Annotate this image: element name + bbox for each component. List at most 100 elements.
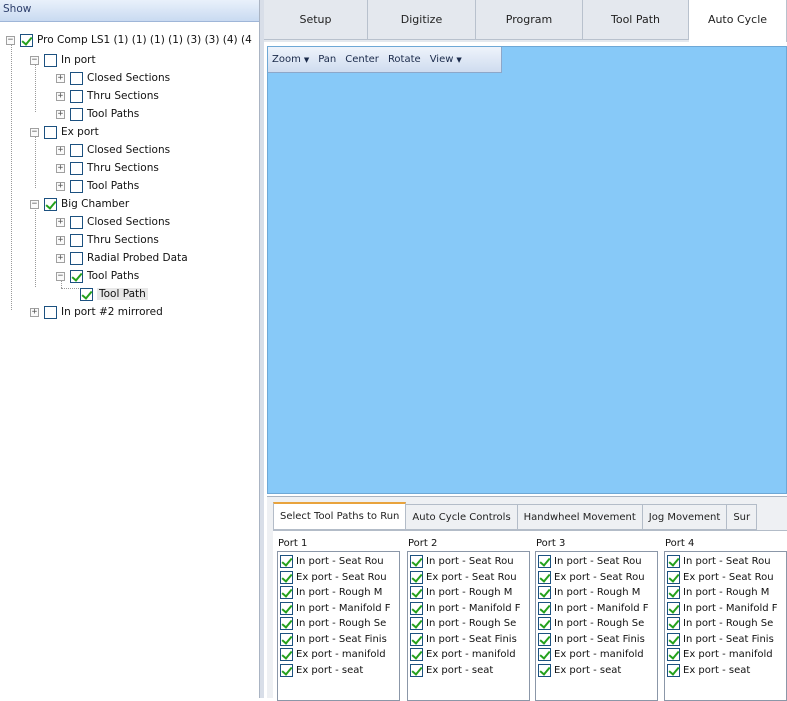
tool-path-checkbox[interactable] xyxy=(410,617,423,631)
port-2-list[interactable]: In port - Seat Rou Ex port - Seat Rou In p… xyxy=(407,551,530,701)
panel-splitter[interactable] xyxy=(259,0,264,698)
tool-path-item[interactable]: Ex port - seat xyxy=(536,663,657,679)
tree-checkbox[interactable] xyxy=(70,71,83,85)
tree-checkbox[interactable] xyxy=(44,197,57,211)
tool-path-checkbox[interactable] xyxy=(667,601,680,615)
tree-node-thru-sections[interactable]: + Thru Sections xyxy=(56,87,159,105)
collapse-icon[interactable]: − xyxy=(30,55,39,65)
tool-path-item[interactable]: In port - Manifold F xyxy=(665,601,786,617)
collapse-icon[interactable]: − xyxy=(30,127,39,137)
tool-path-item[interactable]: In port - Rough M xyxy=(408,585,529,601)
tool-path-item[interactable]: Ex port - Seat Rou xyxy=(536,570,657,586)
tool-path-item[interactable]: In port - Manifold F xyxy=(536,601,657,617)
tree-root[interactable]: − Pro Comp LS1 (1) (1) (1) (1) (3) (3) (… xyxy=(6,31,252,49)
rotate-button[interactable]: Rotate xyxy=(388,54,421,65)
tree-node-tool-path[interactable]: Tool Path xyxy=(80,285,148,303)
tool-path-checkbox[interactable] xyxy=(280,632,293,646)
tree-checkbox[interactable] xyxy=(80,287,93,301)
tool-path-checkbox[interactable] xyxy=(538,648,551,662)
tree-node-closed-sections[interactable]: + Closed Sections xyxy=(56,141,170,159)
tree-node-thru-sections[interactable]: + Thru Sections xyxy=(56,159,159,177)
tab-select-tool-paths[interactable]: Select Tool Paths to Run xyxy=(273,502,407,530)
tree-node-thru-sections[interactable]: + Thru Sections xyxy=(56,231,159,249)
tool-path-item[interactable]: In port - Seat Finis xyxy=(536,632,657,648)
port-1-list[interactable]: In port - Seat Rou Ex port - Seat Rou In p… xyxy=(277,551,400,701)
3d-viewport[interactable]: Zoom ▼ Pan Center Rotate View ▼ xyxy=(267,46,787,494)
tool-path-item[interactable]: Ex port - manifold xyxy=(665,647,786,663)
collapse-icon[interactable]: − xyxy=(56,271,65,281)
expand-icon[interactable]: + xyxy=(56,91,65,101)
tool-path-item[interactable]: Ex port - Seat Rou xyxy=(278,570,399,586)
tree-checkbox[interactable] xyxy=(44,305,57,319)
tree-node-in-port-2-mirrored[interactable]: + In port #2 mirrored xyxy=(30,303,163,321)
tree-node-radial-probed-data[interactable]: + Radial Probed Data xyxy=(56,249,188,267)
tool-path-checkbox[interactable] xyxy=(667,632,680,646)
tool-path-checkbox[interactable] xyxy=(667,570,680,584)
tab-setup[interactable]: Setup xyxy=(264,0,368,40)
tool-path-item[interactable]: In port - Seat Finis xyxy=(278,632,399,648)
tree-node-big-chamber[interactable]: − Big Chamber xyxy=(30,195,129,213)
tool-path-checkbox[interactable] xyxy=(280,617,293,631)
tree-checkbox[interactable] xyxy=(70,89,83,103)
tool-path-checkbox[interactable] xyxy=(667,648,680,662)
tool-path-checkbox[interactable] xyxy=(538,663,551,677)
tool-path-checkbox[interactable] xyxy=(280,601,293,615)
tool-path-item[interactable]: In port - Rough Se xyxy=(278,616,399,632)
tool-path-checkbox[interactable] xyxy=(667,663,680,677)
tree-checkbox[interactable] xyxy=(70,143,83,157)
tool-path-checkbox[interactable] xyxy=(538,632,551,646)
tool-path-checkbox[interactable] xyxy=(280,663,293,677)
expand-icon[interactable]: + xyxy=(56,181,65,191)
tree-node-ex-port[interactable]: − Ex port xyxy=(30,123,99,141)
tab-jog-movement[interactable]: Jog Movement xyxy=(642,504,728,530)
tab-handwheel-movement[interactable]: Handwheel Movement xyxy=(517,504,643,530)
tree-node-tool-paths[interactable]: − Tool Paths xyxy=(56,267,139,285)
expand-icon[interactable]: + xyxy=(56,109,65,119)
tool-path-item[interactable]: Ex port - Seat Rou xyxy=(665,570,786,586)
zoom-menu[interactable]: Zoom ▼ xyxy=(272,54,309,65)
tool-path-checkbox[interactable] xyxy=(538,617,551,631)
tool-path-checkbox[interactable] xyxy=(410,663,423,677)
tool-path-checkbox[interactable] xyxy=(410,555,423,569)
expand-icon[interactable]: + xyxy=(56,145,65,155)
expand-icon[interactable]: + xyxy=(56,73,65,83)
tool-path-item[interactable]: In port - Seat Rou xyxy=(665,554,786,570)
tree-checkbox[interactable] xyxy=(70,107,83,121)
tool-path-checkbox[interactable] xyxy=(280,555,293,569)
port-4-list[interactable]: In port - Seat Rou Ex port - Seat Rou In p… xyxy=(664,551,787,701)
tool-path-checkbox[interactable] xyxy=(280,648,293,662)
expand-icon[interactable]: + xyxy=(56,217,65,227)
tool-path-checkbox[interactable] xyxy=(410,601,423,615)
center-button[interactable]: Center xyxy=(345,54,379,65)
tree-checkbox[interactable] xyxy=(70,215,83,229)
tool-path-checkbox[interactable] xyxy=(667,617,680,631)
expand-icon[interactable]: + xyxy=(56,163,65,173)
port-3-list[interactable]: In port - Seat Rou Ex port - Seat Rou In p… xyxy=(535,551,658,701)
tab-tool-path[interactable]: Tool Path xyxy=(583,0,689,40)
tool-path-item[interactable]: In port - Rough M xyxy=(278,585,399,601)
tool-path-checkbox[interactable] xyxy=(667,586,680,600)
tree-checkbox[interactable] xyxy=(70,161,83,175)
tree-node-closed-sections[interactable]: + Closed Sections xyxy=(56,213,170,231)
tree-checkbox[interactable] xyxy=(70,233,83,247)
tab-program[interactable]: Program xyxy=(476,0,583,40)
tool-path-item[interactable]: Ex port - manifold xyxy=(408,647,529,663)
tool-path-item[interactable]: In port - Rough M xyxy=(665,585,786,601)
pan-button[interactable]: Pan xyxy=(318,54,336,65)
tool-path-item[interactable]: In port - Manifold F xyxy=(408,601,529,617)
tool-path-checkbox[interactable] xyxy=(410,632,423,646)
tool-path-item[interactable]: In port - Rough M xyxy=(536,585,657,601)
tree-checkbox[interactable] xyxy=(70,269,83,283)
expand-icon[interactable]: + xyxy=(56,235,65,245)
tool-path-checkbox[interactable] xyxy=(280,570,293,584)
tab-sur[interactable]: Sur xyxy=(727,504,758,530)
tool-path-item[interactable]: In port - Rough Se xyxy=(665,616,786,632)
expand-icon[interactable]: + xyxy=(30,307,39,317)
tree-checkbox[interactable] xyxy=(20,33,33,47)
tool-path-item[interactable]: Ex port - Seat Rou xyxy=(408,570,529,586)
tree-checkbox[interactable] xyxy=(44,53,57,67)
tool-path-checkbox[interactable] xyxy=(538,570,551,584)
tree-checkbox[interactable] xyxy=(70,179,83,193)
tool-path-item[interactable]: Ex port - seat xyxy=(665,663,786,679)
expand-icon[interactable]: + xyxy=(56,253,65,263)
